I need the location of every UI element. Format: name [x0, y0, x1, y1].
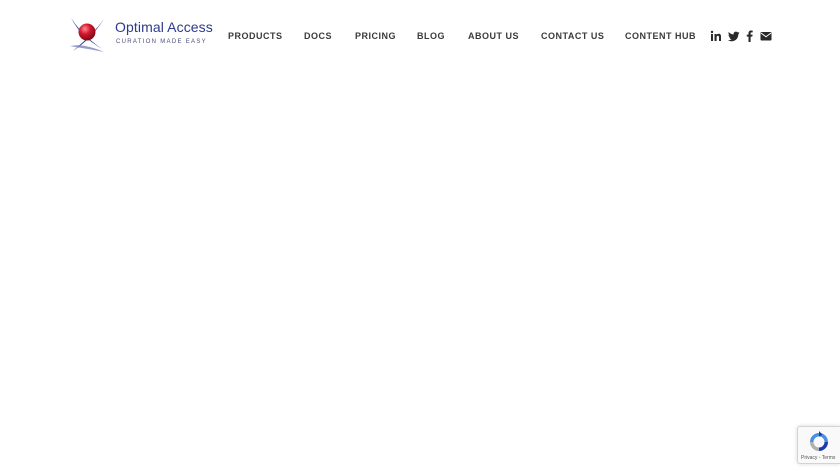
nav-item-pricing[interactable]: PRICING	[355, 30, 396, 42]
nav-item-docs[interactable]: DOCS	[304, 30, 332, 42]
orb-logo-icon	[70, 18, 104, 52]
nav-item-about-us[interactable]: ABOUT US	[468, 30, 519, 42]
brand-logo-link[interactable]: Optimal Access CURATION MADE EASY	[68, 16, 214, 54]
brand-tagline: CURATION MADE EASY	[116, 39, 207, 45]
recaptcha-icon	[810, 431, 828, 451]
nav-item-content-hub[interactable]: CONTENT HUB	[625, 30, 696, 42]
recaptcha-links: Privacy - Terms	[801, 455, 835, 461]
recaptcha-badge[interactable]: Privacy - Terms	[797, 426, 840, 464]
recaptcha-terms-link[interactable]: Terms	[822, 455, 836, 461]
nav-item-contact-us[interactable]: CONTACT US	[541, 30, 604, 42]
twitter-icon[interactable]	[728, 29, 740, 42]
recaptcha-privacy-link[interactable]: Privacy	[801, 455, 817, 461]
brand-name: Optimal Access	[115, 19, 213, 35]
nav-item-blog[interactable]: BLOG	[417, 30, 445, 42]
site-header: Optimal Access CURATION MADE EASY PRODUC…	[0, 0, 840, 70]
nav-item-products[interactable]: PRODUCTS	[228, 30, 283, 42]
email-icon[interactable]	[760, 29, 772, 41]
linkedin-icon[interactable]	[710, 29, 722, 41]
facebook-icon[interactable]	[744, 29, 756, 42]
page: Optimal Access CURATION MADE EASY PRODUC…	[0, 0, 840, 472]
